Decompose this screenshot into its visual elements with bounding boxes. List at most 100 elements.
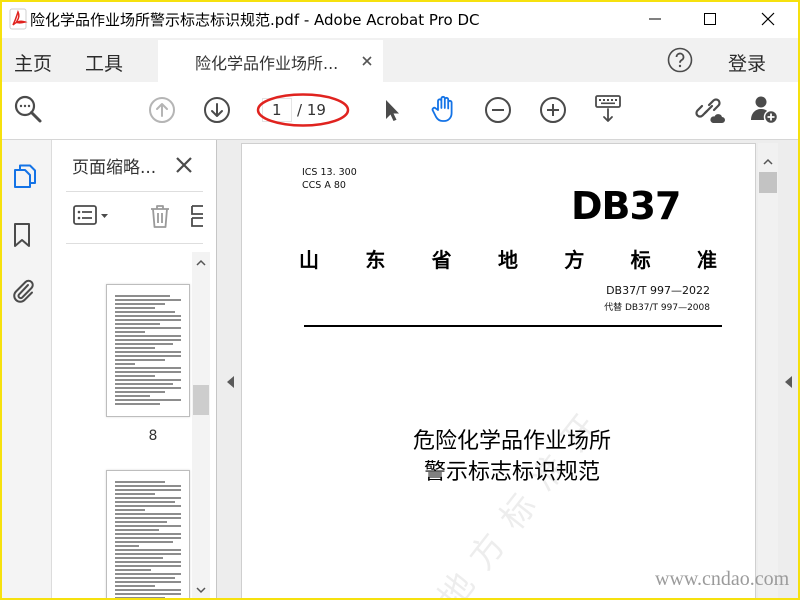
tab-close-icon[interactable] <box>361 55 373 67</box>
share-link-icon[interactable] <box>694 94 726 126</box>
scroll-down-icon[interactable] <box>195 585 207 595</box>
home-tab[interactable]: 主页 <box>14 49 52 76</box>
title-bar: 险化学品作业场所警示标志标识规范.pdf - Adobe Acrobat Pro… <box>0 0 800 38</box>
trash-icon[interactable] <box>148 203 172 229</box>
ccs-code: CCS A 80 <box>302 180 346 191</box>
document-tab-label: 险化学品作业场所... <box>195 54 339 73</box>
close-icon[interactable] <box>760 11 776 27</box>
thumbnail-text-line <box>115 379 181 381</box>
collapse-left-icon[interactable] <box>227 376 235 388</box>
thumbnails-panel: 页面缩略... 8 <box>53 140 216 600</box>
find-icon[interactable] <box>13 94 43 124</box>
issuer-char: 山 <box>299 248 319 272</box>
scroll-up-icon[interactable] <box>762 157 774 167</box>
navigation-pane <box>0 140 52 600</box>
pages-icon[interactable] <box>11 162 39 190</box>
thumbnail-text-line <box>115 339 181 341</box>
thumbnail-text-line <box>115 395 150 397</box>
toolbar: 1 / 19 <box>0 82 800 140</box>
attachment-icon[interactable] <box>9 276 37 304</box>
minimize-icon[interactable] <box>647 11 663 27</box>
document-view: ICS 13. 300 CCS A 80 DB37 山 东 省 地 方 标 准 … <box>216 140 800 600</box>
thumbnail-text-line <box>115 367 181 369</box>
thumbnail-text-line <box>115 403 160 405</box>
thumbnail-text-line <box>115 545 139 547</box>
thumbnail-text-line <box>115 569 151 571</box>
scroll-up-icon[interactable] <box>195 258 207 268</box>
diagonal-watermark: 地方标准开 <box>430 395 617 600</box>
bookmark-icon[interactable] <box>9 221 35 249</box>
thumbnail-text-line <box>115 307 155 309</box>
thumbnails-scrollbar[interactable] <box>192 252 210 600</box>
page-thumbnail[interactable] <box>106 470 190 600</box>
thumbnail-text-line <box>115 581 181 583</box>
thumbnail-text-line <box>115 597 165 599</box>
thumbnail-text-line <box>115 303 165 305</box>
panel-close-icon[interactable] <box>174 155 194 175</box>
thumbnail-text-line <box>115 521 167 523</box>
thumbnail-text-line <box>115 311 175 313</box>
thumbnail-text-line <box>115 323 160 325</box>
document-tab[interactable]: 险化学品作业场所... <box>158 40 383 82</box>
add-user-icon[interactable] <box>748 93 780 125</box>
thumbnail-text-line <box>115 343 173 345</box>
zoom-in-icon[interactable] <box>539 96 567 124</box>
select-pointer-icon[interactable] <box>377 96 405 124</box>
thumbnail-text-line <box>115 489 181 491</box>
page-thumbnail[interactable] <box>106 284 190 417</box>
thumbnail-text-line <box>115 557 163 559</box>
standard-logo: DB37 <box>571 184 681 228</box>
next-page-icon[interactable] <box>203 96 231 124</box>
pdf-page[interactable]: ICS 13. 300 CCS A 80 DB37 山 东 省 地 方 标 准 … <box>241 143 756 600</box>
thumbnail-text-line <box>115 565 181 567</box>
thumbnail-text-line <box>115 335 181 337</box>
panel-toolbar <box>53 192 203 242</box>
standard-number: DB37/T 997—2022 <box>606 284 710 297</box>
thumbnail-text-line <box>115 327 181 329</box>
header-rule <box>304 325 722 327</box>
scroll-thumb[interactable] <box>759 172 777 193</box>
options-icon[interactable] <box>73 204 111 228</box>
thumbnail-text-line <box>115 525 181 527</box>
thumbnail-text-line <box>115 363 135 365</box>
zoom-out-icon[interactable] <box>484 96 512 124</box>
thumbnail-text-line <box>115 533 181 535</box>
thumbnail-page-label: 8 <box>148 428 158 444</box>
thumbnail-text-line <box>115 383 173 385</box>
thumbnail-text-line <box>115 347 155 349</box>
panel-divider <box>66 243 203 244</box>
thumbnail-text-line <box>115 537 181 539</box>
window-title: 险化学品作业场所警示标志标识规范.pdf - Adobe Acrobat Pro… <box>30 11 480 29</box>
scroll-thumb[interactable] <box>193 385 209 415</box>
maximize-icon[interactable] <box>702 11 718 27</box>
thumbnail-text <box>115 295 185 407</box>
thumbnail-text-line <box>115 541 173 543</box>
thumbnail-text-line <box>115 589 181 591</box>
thumbnail-text-line <box>115 513 181 515</box>
tools-tab[interactable]: 工具 <box>85 49 123 76</box>
acrobat-app-icon[interactable] <box>8 8 30 30</box>
thumbnail-text-line <box>115 501 175 503</box>
previous-page-icon[interactable] <box>148 96 176 124</box>
thumbnail-text-line <box>115 485 181 487</box>
thumbnail-text-line <box>115 505 181 507</box>
replaces-standard: 代替 DB37/T 997—2008 <box>604 303 710 313</box>
thumbnail-text-line <box>115 299 181 301</box>
issuer-char: 标 <box>630 248 651 272</box>
hand-icon[interactable] <box>428 94 458 124</box>
thumbnail-text <box>115 481 185 600</box>
thumbnail-text-line <box>115 359 165 361</box>
collapse-right-icon[interactable] <box>785 376 793 388</box>
thumbnail-text-line <box>115 517 181 519</box>
issuer-char: 准 <box>696 248 717 272</box>
help-icon[interactable] <box>667 47 693 73</box>
scroll-mode-icon[interactable] <box>593 94 623 124</box>
issuer-char: 地 <box>497 248 518 272</box>
insert-page-icon[interactable] <box>190 203 203 229</box>
sign-in-button[interactable]: 登录 <box>728 49 766 76</box>
thumbnail-text-line <box>115 529 159 531</box>
site-watermark: www.cndao.com <box>655 568 790 590</box>
document-scrollbar[interactable] <box>758 143 778 600</box>
thumbnail-text-line <box>115 481 165 483</box>
thumbnail-text-line <box>115 509 145 511</box>
